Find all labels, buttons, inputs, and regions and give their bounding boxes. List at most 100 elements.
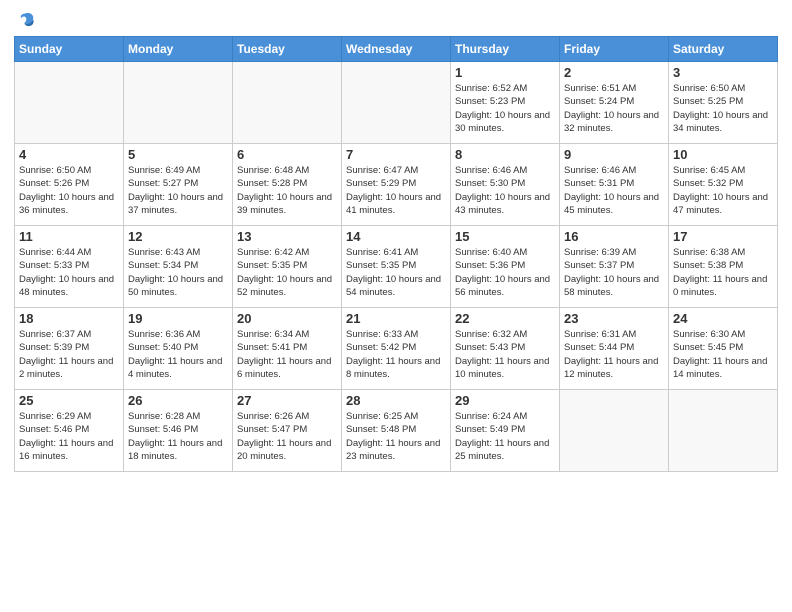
calendar-cell	[342, 62, 451, 144]
day-number: 7	[346, 147, 446, 162]
day-number: 29	[455, 393, 555, 408]
calendar-cell: 29 Sunrise: 6:24 AM Sunset: 5:49 PM Dayli…	[451, 390, 560, 472]
day-info: Sunrise: 6:41 AM Sunset: 5:35 PM Dayligh…	[346, 246, 446, 299]
day-info: Sunrise: 6:46 AM Sunset: 5:30 PM Dayligh…	[455, 164, 555, 217]
calendar-header-row: SundayMondayTuesdayWednesdayThursdayFrid…	[15, 37, 778, 62]
day-number: 24	[673, 311, 773, 326]
day-number: 23	[564, 311, 664, 326]
calendar-cell: 25 Sunrise: 6:29 AM Sunset: 5:46 PM Dayli…	[15, 390, 124, 472]
calendar-day-header: Wednesday	[342, 37, 451, 62]
day-info: Sunrise: 6:28 AM Sunset: 5:46 PM Dayligh…	[128, 410, 228, 463]
day-info: Sunrise: 6:45 AM Sunset: 5:32 PM Dayligh…	[673, 164, 773, 217]
calendar-cell: 22 Sunrise: 6:32 AM Sunset: 5:43 PM Dayli…	[451, 308, 560, 390]
calendar-cell: 19 Sunrise: 6:36 AM Sunset: 5:40 PM Dayli…	[124, 308, 233, 390]
day-number: 27	[237, 393, 337, 408]
logo	[14, 10, 36, 32]
day-info: Sunrise: 6:24 AM Sunset: 5:49 PM Dayligh…	[455, 410, 555, 463]
day-info: Sunrise: 6:43 AM Sunset: 5:34 PM Dayligh…	[128, 246, 228, 299]
day-number: 6	[237, 147, 337, 162]
day-number: 13	[237, 229, 337, 244]
calendar-cell: 17 Sunrise: 6:38 AM Sunset: 5:38 PM Dayli…	[669, 226, 778, 308]
day-info: Sunrise: 6:36 AM Sunset: 5:40 PM Dayligh…	[128, 328, 228, 381]
day-number: 4	[19, 147, 119, 162]
calendar-day-header: Tuesday	[233, 37, 342, 62]
calendar-cell: 15 Sunrise: 6:40 AM Sunset: 5:36 PM Dayli…	[451, 226, 560, 308]
logo-text	[14, 10, 36, 32]
calendar-week-row: 25 Sunrise: 6:29 AM Sunset: 5:46 PM Dayli…	[15, 390, 778, 472]
calendar-cell	[560, 390, 669, 472]
day-number: 26	[128, 393, 228, 408]
calendar-day-header: Friday	[560, 37, 669, 62]
calendar-cell: 20Sunrise: 6:34 AM Sunset: 5:41 PM Dayli…	[233, 308, 342, 390]
calendar-cell: 23 Sunrise: 6:31 AM Sunset: 5:44 PM Dayli…	[560, 308, 669, 390]
day-number: 15	[455, 229, 555, 244]
day-info: Sunrise: 6:51 AM Sunset: 5:24 PM Dayligh…	[564, 82, 664, 135]
calendar-week-row: 4 Sunrise: 6:50 AM Sunset: 5:26 PM Daylig…	[15, 144, 778, 226]
calendar-cell: 14 Sunrise: 6:41 AM Sunset: 5:35 PM Dayli…	[342, 226, 451, 308]
day-number: 10	[673, 147, 773, 162]
day-number: 18	[19, 311, 119, 326]
calendar-cell: 2 Sunrise: 6:51 AM Sunset: 5:24 PM Daylig…	[560, 62, 669, 144]
calendar-cell: 16 Sunrise: 6:39 AM Sunset: 5:37 PM Dayli…	[560, 226, 669, 308]
calendar-week-row: 1 Sunrise: 6:52 AM Sunset: 5:23 PM Daylig…	[15, 62, 778, 144]
day-number: 11	[19, 229, 119, 244]
calendar-day-header: Sunday	[15, 37, 124, 62]
day-info: Sunrise: 6:42 AM Sunset: 5:35 PM Dayligh…	[237, 246, 337, 299]
day-info: Sunrise: 6:25 AM Sunset: 5:48 PM Dayligh…	[346, 410, 446, 463]
calendar-cell: 10 Sunrise: 6:45 AM Sunset: 5:32 PM Dayli…	[669, 144, 778, 226]
calendar-cell	[124, 62, 233, 144]
calendar-cell: 9 Sunrise: 6:46 AM Sunset: 5:31 PM Daylig…	[560, 144, 669, 226]
calendar-cell: 21Sunrise: 6:33 AM Sunset: 5:42 PM Dayli…	[342, 308, 451, 390]
calendar-cell: 11Sunrise: 6:44 AM Sunset: 5:33 PM Dayli…	[15, 226, 124, 308]
calendar-week-row: 18 Sunrise: 6:37 AM Sunset: 5:39 PM Dayli…	[15, 308, 778, 390]
page-container: SundayMondayTuesdayWednesdayThursdayFrid…	[0, 0, 792, 478]
day-number: 8	[455, 147, 555, 162]
day-info: Sunrise: 6:46 AM Sunset: 5:31 PM Dayligh…	[564, 164, 664, 217]
calendar-cell: 6 Sunrise: 6:48 AM Sunset: 5:28 PM Daylig…	[233, 144, 342, 226]
day-info: Sunrise: 6:38 AM Sunset: 5:38 PM Dayligh…	[673, 246, 773, 299]
day-info: Sunrise: 6:39 AM Sunset: 5:37 PM Dayligh…	[564, 246, 664, 299]
day-info: Sunrise: 6:50 AM Sunset: 5:26 PM Dayligh…	[19, 164, 119, 217]
calendar-cell	[669, 390, 778, 472]
day-number: 1	[455, 65, 555, 80]
calendar-cell: 28 Sunrise: 6:25 AM Sunset: 5:48 PM Dayli…	[342, 390, 451, 472]
calendar-cell: 18 Sunrise: 6:37 AM Sunset: 5:39 PM Dayli…	[15, 308, 124, 390]
day-number: 5	[128, 147, 228, 162]
calendar-cell: 7 Sunrise: 6:47 AM Sunset: 5:29 PM Daylig…	[342, 144, 451, 226]
day-info: Sunrise: 6:29 AM Sunset: 5:46 PM Dayligh…	[19, 410, 119, 463]
day-info: Sunrise: 6:37 AM Sunset: 5:39 PM Dayligh…	[19, 328, 119, 381]
day-number: 16	[564, 229, 664, 244]
day-info: Sunrise: 6:34 AM Sunset: 5:41 PM Dayligh…	[237, 328, 337, 381]
calendar-week-row: 11Sunrise: 6:44 AM Sunset: 5:33 PM Dayli…	[15, 226, 778, 308]
day-number: 9	[564, 147, 664, 162]
day-number: 2	[564, 65, 664, 80]
day-number: 3	[673, 65, 773, 80]
calendar-cell: 4 Sunrise: 6:50 AM Sunset: 5:26 PM Daylig…	[15, 144, 124, 226]
calendar-cell: 8 Sunrise: 6:46 AM Sunset: 5:30 PM Daylig…	[451, 144, 560, 226]
day-info: Sunrise: 6:52 AM Sunset: 5:23 PM Dayligh…	[455, 82, 555, 135]
day-info: Sunrise: 6:30 AM Sunset: 5:45 PM Dayligh…	[673, 328, 773, 381]
day-number: 12	[128, 229, 228, 244]
calendar-cell: 5 Sunrise: 6:49 AM Sunset: 5:27 PM Daylig…	[124, 144, 233, 226]
calendar-cell: 3Sunrise: 6:50 AM Sunset: 5:25 PM Daylig…	[669, 62, 778, 144]
day-info: Sunrise: 6:48 AM Sunset: 5:28 PM Dayligh…	[237, 164, 337, 217]
day-info: Sunrise: 6:49 AM Sunset: 5:27 PM Dayligh…	[128, 164, 228, 217]
day-number: 19	[128, 311, 228, 326]
calendar-cell: 13 Sunrise: 6:42 AM Sunset: 5:35 PM Dayli…	[233, 226, 342, 308]
day-number: 17	[673, 229, 773, 244]
day-info: Sunrise: 6:31 AM Sunset: 5:44 PM Dayligh…	[564, 328, 664, 381]
header	[14, 10, 778, 32]
calendar-cell: 26 Sunrise: 6:28 AM Sunset: 5:46 PM Dayli…	[124, 390, 233, 472]
calendar-cell: 27Sunrise: 6:26 AM Sunset: 5:47 PM Dayli…	[233, 390, 342, 472]
day-number: 28	[346, 393, 446, 408]
day-info: Sunrise: 6:32 AM Sunset: 5:43 PM Dayligh…	[455, 328, 555, 381]
day-info: Sunrise: 6:40 AM Sunset: 5:36 PM Dayligh…	[455, 246, 555, 299]
day-number: 22	[455, 311, 555, 326]
day-number: 25	[19, 393, 119, 408]
calendar-day-header: Monday	[124, 37, 233, 62]
calendar-cell: 24 Sunrise: 6:30 AM Sunset: 5:45 PM Dayli…	[669, 308, 778, 390]
day-info: Sunrise: 6:33 AM Sunset: 5:42 PM Dayligh…	[346, 328, 446, 381]
day-number: 14	[346, 229, 446, 244]
calendar-cell	[15, 62, 124, 144]
day-info: Sunrise: 6:47 AM Sunset: 5:29 PM Dayligh…	[346, 164, 446, 217]
